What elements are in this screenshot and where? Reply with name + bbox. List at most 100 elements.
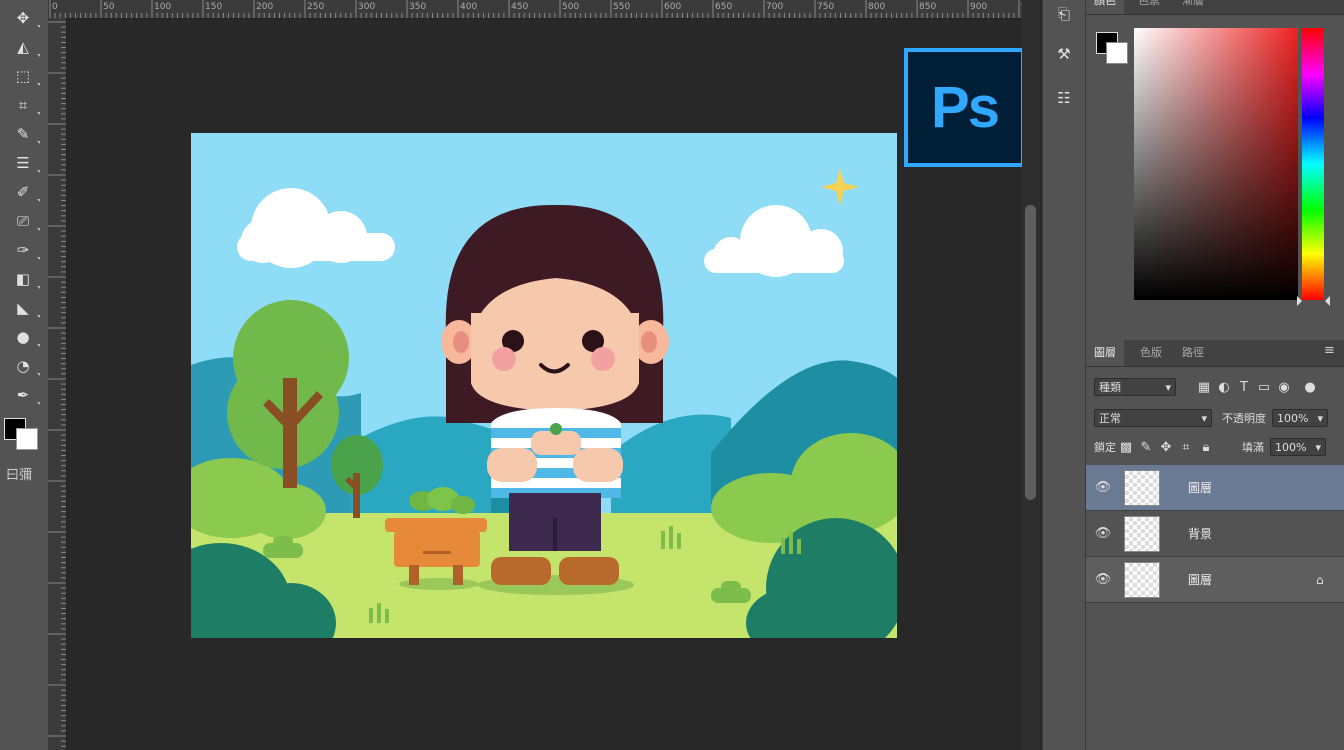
ruler-number: 400 bbox=[460, 2, 478, 12]
eye-icon[interactable]: 👁︎ bbox=[1086, 572, 1120, 587]
eyedropper-tool-icon[interactable]: ✎ bbox=[8, 122, 40, 146]
artwork-canvas[interactable] bbox=[191, 133, 897, 638]
tab-layers[interactable]: 圖層 bbox=[1086, 340, 1124, 366]
chevron-down-icon: ▾ bbox=[1201, 411, 1207, 425]
fill-value: 100% bbox=[1275, 440, 1307, 454]
ruler-number: 450 bbox=[511, 2, 529, 12]
opacity-label: 不透明度 bbox=[1222, 412, 1266, 425]
lock-icon: ⌂ bbox=[1316, 572, 1324, 587]
lock-fill-row: 鎖定 ▩ ✎ ✥ ⌗ 🔒︎ 填滿 100% ▾ bbox=[1086, 432, 1344, 462]
filter-shape-icon[interactable]: ▭ bbox=[1254, 380, 1274, 395]
lock-pixels-icon[interactable]: ✎ bbox=[1136, 440, 1156, 455]
properties-icon[interactable]: ☷ bbox=[1053, 87, 1075, 109]
layer-thumbnail bbox=[1124, 561, 1160, 598]
color-panel-background[interactable] bbox=[1106, 42, 1128, 64]
lock-position-icon[interactable]: ✥ bbox=[1156, 440, 1176, 455]
ruler-number: 350 bbox=[409, 2, 427, 12]
lock-transparent-icon[interactable]: ▩ bbox=[1116, 440, 1136, 455]
filter-pixel-icon[interactable]: ▦ bbox=[1194, 380, 1214, 395]
photoshop-logo-text: Ps bbox=[931, 75, 1000, 140]
vertical-scrollbar-thumb[interactable] bbox=[1025, 205, 1036, 500]
ruler-number: 550 bbox=[613, 2, 631, 12]
ruler-number: 100 bbox=[154, 2, 172, 12]
filter-adjust-icon[interactable]: ◐ bbox=[1214, 380, 1234, 395]
vertical-ruler bbox=[48, 18, 67, 750]
fill-label: 填滿 bbox=[1242, 441, 1264, 454]
crop-tool-icon[interactable]: ⌗ bbox=[8, 93, 40, 117]
tab-paths[interactable]: 路徑 bbox=[1174, 340, 1212, 366]
layer-thumbnail bbox=[1124, 469, 1160, 506]
ruler-number: 700 bbox=[766, 2, 784, 12]
dodge-tool-icon[interactable]: ◔ bbox=[8, 354, 40, 378]
lasso-tool-icon[interactable]: ◭ bbox=[8, 35, 40, 59]
layer-row-1[interactable]: 👁︎ 圖層 bbox=[1086, 465, 1344, 511]
layer-filter-dropdown[interactable]: 種類 ▾ bbox=[1094, 378, 1176, 396]
ruler-number: 750 bbox=[817, 2, 835, 12]
panel-menu-icon[interactable]: ≡ bbox=[1324, 343, 1335, 358]
layer-filter-value: 種類 bbox=[1099, 381, 1121, 394]
hue-marker-left[interactable] bbox=[1297, 296, 1302, 306]
filter-type-icon[interactable]: T bbox=[1234, 380, 1254, 395]
layer-thumbnail bbox=[1124, 515, 1160, 552]
tab-color[interactable]: 顏色 bbox=[1086, 0, 1124, 14]
layer-name: 背景 bbox=[1188, 527, 1213, 541]
pen-tool-icon[interactable]: ✒ bbox=[8, 383, 40, 407]
hue-marker-right[interactable] bbox=[1325, 296, 1330, 306]
tab-gradients[interactable]: 漸層 bbox=[1174, 0, 1212, 14]
history-icon[interactable]: ⎗ bbox=[1053, 3, 1075, 25]
chevron-down-icon: ▾ bbox=[1315, 440, 1321, 454]
ruler-number: 150 bbox=[205, 2, 223, 12]
lock-artboard-icon[interactable]: ⌗ bbox=[1176, 440, 1196, 455]
ruler-number: 250 bbox=[307, 2, 325, 12]
blend-mode-dropdown[interactable]: 正常 ▾ bbox=[1094, 409, 1212, 427]
adjust-icon[interactable]: ⚒ bbox=[1053, 43, 1075, 65]
ruler-number: 500 bbox=[562, 2, 580, 12]
fill-field[interactable]: 100% ▾ bbox=[1270, 438, 1326, 456]
move-tool-icon[interactable]: ✥ bbox=[8, 6, 40, 30]
layers-panel-tabbar: 圖層 色版 路徑 ≡ bbox=[1086, 340, 1344, 367]
ruler-number: 600 bbox=[664, 2, 682, 12]
marquee-tool-icon[interactable]: ⬚ bbox=[8, 64, 40, 88]
opacity-value: 100% bbox=[1277, 411, 1309, 425]
filter-smart-icon[interactable]: ◉ bbox=[1274, 380, 1294, 395]
filter-toggle-icon[interactable]: ● bbox=[1300, 380, 1320, 395]
color-panel-tabbar: 顏色 色票 漸層 bbox=[1086, 0, 1344, 15]
eraser-tool-icon[interactable]: ◧ bbox=[8, 267, 40, 291]
tab-swatches[interactable]: 色票 bbox=[1130, 0, 1168, 14]
ruler-number: 300 bbox=[358, 2, 376, 12]
layer-row-3[interactable]: 👁︎ 圖層 ⌂ bbox=[1086, 557, 1344, 603]
horizontal-ruler: 0 50 100 150 200 250 300 350 400 450 500 550 600 650 7… bbox=[48, 0, 1040, 19]
lock-label: 鎖定 bbox=[1094, 441, 1116, 454]
clone-stamp-tool-icon[interactable]: ⎚ bbox=[8, 209, 40, 233]
quick-mask-label[interactable]: 曰彌 bbox=[6, 464, 32, 483]
layer-name: 圖層 bbox=[1188, 573, 1213, 587]
healing-tool-icon[interactable]: ☰ bbox=[8, 151, 40, 175]
collapsed-panels-strip: ⎗ ⚒ ☷ bbox=[1042, 0, 1086, 750]
ruler-number: 650 bbox=[715, 2, 733, 12]
gradient-tool-icon[interactable]: ◣ bbox=[8, 296, 40, 320]
ruler-number: 900 bbox=[970, 2, 988, 12]
chevron-down-icon: ▾ bbox=[1317, 411, 1323, 425]
ruler-number: 200 bbox=[256, 2, 274, 12]
history-brush-tool-icon[interactable]: ✑ bbox=[8, 238, 40, 262]
background-color-swatch[interactable] bbox=[16, 428, 38, 450]
blend-mode-value: 正常 bbox=[1099, 412, 1121, 425]
tools-panel: ✥ ◭ ⬚ ⌗ ✎ ☰ ✐ ⎚ ✑ ◧ ◣ ● ◔ ✒ bbox=[0, 0, 49, 750]
opacity-field[interactable]: 100% ▾ bbox=[1272, 409, 1328, 427]
layer-filter-row: 種類 ▾ ▦ ◐ T ▭ ◉ ● bbox=[1086, 372, 1344, 402]
blur-tool-icon[interactable]: ● bbox=[8, 325, 40, 349]
layer-row-2[interactable]: 👁︎ 背景 bbox=[1086, 511, 1344, 557]
eye-icon[interactable]: 👁︎ bbox=[1086, 480, 1120, 495]
ruler-number: 50 bbox=[103, 2, 115, 12]
chevron-down-icon: ▾ bbox=[1165, 380, 1171, 394]
lock-all-icon[interactable]: 🔒︎ bbox=[1196, 440, 1216, 455]
brush-tool-icon[interactable]: ✐ bbox=[8, 180, 40, 204]
hue-slider[interactable] bbox=[1302, 28, 1324, 300]
horizontal-ruler-ticks bbox=[49, 0, 1040, 18]
color-picker-field[interactable] bbox=[1134, 28, 1298, 300]
photoshop-logo: Ps bbox=[904, 48, 1025, 167]
eye-icon[interactable]: 👁︎ bbox=[1086, 526, 1120, 541]
tab-channels[interactable]: 色版 bbox=[1132, 340, 1170, 366]
blend-opacity-row: 正常 ▾ 不透明度 100% ▾ bbox=[1086, 403, 1344, 433]
ruler-number: 800 bbox=[868, 2, 886, 12]
